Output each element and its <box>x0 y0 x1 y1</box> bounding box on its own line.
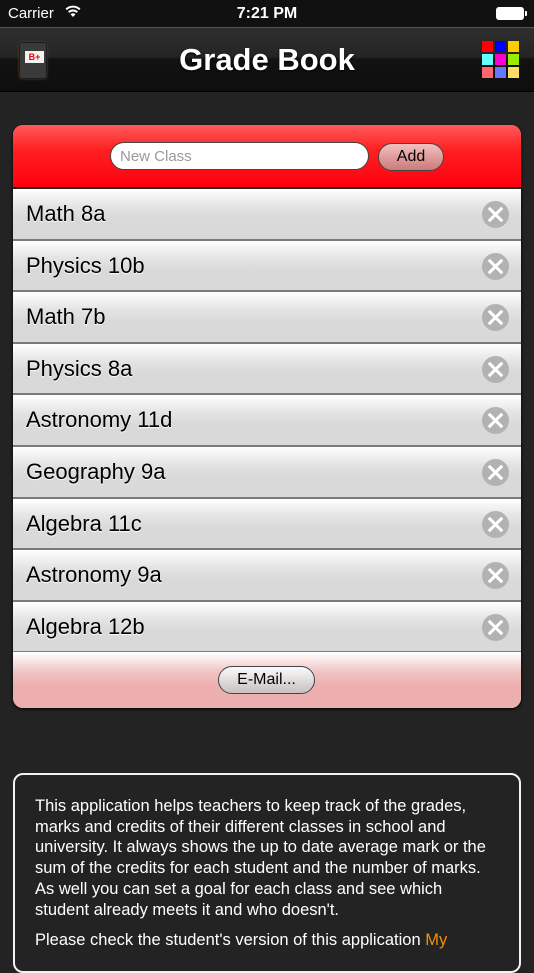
class-row[interactable]: Physics 8a <box>13 343 521 396</box>
color-swatch <box>495 67 506 78</box>
color-swatch <box>495 41 506 52</box>
info-box: This application helps teachers to keep … <box>13 773 521 973</box>
class-row[interactable]: Math 7b <box>13 292 521 344</box>
battery-icon <box>496 7 527 20</box>
add-button[interactable]: Add <box>378 143 444 171</box>
panel-footer: E-Mail... <box>13 652 521 708</box>
class-name: Math 7b <box>26 304 106 330</box>
delete-icon[interactable] <box>482 252 509 280</box>
color-grid-icon[interactable] <box>482 41 519 78</box>
color-swatch <box>508 41 519 52</box>
class-name: Astronomy 9a <box>26 562 162 588</box>
delete-icon[interactable] <box>482 355 509 383</box>
delete-icon[interactable] <box>482 458 509 486</box>
email-button[interactable]: E-Mail... <box>218 666 315 694</box>
delete-icon[interactable] <box>482 201 509 228</box>
nav-bar: B+ Grade Book <box>0 27 534 92</box>
delete-icon[interactable] <box>482 613 509 641</box>
color-swatch <box>482 67 493 78</box>
page-title: Grade Book <box>179 42 355 77</box>
delete-icon[interactable] <box>482 304 509 332</box>
class-name: Math 8a <box>26 201 106 226</box>
class-row[interactable]: Algebra 11c <box>13 498 521 551</box>
class-name: Geography 9a <box>26 458 166 484</box>
class-name: Physics 8a <box>26 355 133 381</box>
class-row[interactable]: Astronomy 11d <box>13 395 521 447</box>
delete-icon[interactable] <box>482 510 509 538</box>
color-swatch <box>495 54 506 65</box>
student-version-link[interactable]: My <box>425 931 447 949</box>
status-bar: Carrier 7:21 PM <box>0 0 534 27</box>
class-row[interactable]: Physics 10b <box>13 240 521 293</box>
class-list: Math 8a Physics 10b Math 7b Physics 8a Astro… <box>13 189 521 654</box>
class-name: Algebra 11c <box>26 510 142 536</box>
class-row[interactable]: Algebra 12b <box>13 601 521 654</box>
class-name: Astronomy 11d <box>26 407 173 433</box>
class-row[interactable]: Math 8a <box>13 189 521 241</box>
color-swatch <box>482 54 493 65</box>
class-row[interactable]: Geography 9a <box>13 446 521 499</box>
add-class-bar: Add <box>13 125 521 189</box>
info-paragraph-2: Please check the student's version of th… <box>35 930 499 951</box>
color-swatch <box>482 41 493 52</box>
new-class-input[interactable] <box>110 142 369 170</box>
class-name: Algebra 12b <box>26 613 145 639</box>
info-text: Please check the student's version of th… <box>35 931 426 950</box>
color-swatch <box>508 67 519 78</box>
class-list-panel: Add Math 8a Physics 10b Math 7b Physics 8a A… <box>13 125 521 708</box>
info-paragraph: This application helps teachers to keep … <box>35 797 486 919</box>
color-swatch <box>508 54 519 65</box>
clock: 7:21 PM <box>236 5 298 22</box>
delete-icon[interactable] <box>482 562 509 590</box>
class-name: Physics 10b <box>26 252 145 278</box>
delete-icon[interactable] <box>482 407 509 435</box>
class-row[interactable]: Astronomy 9a <box>13 550 521 602</box>
